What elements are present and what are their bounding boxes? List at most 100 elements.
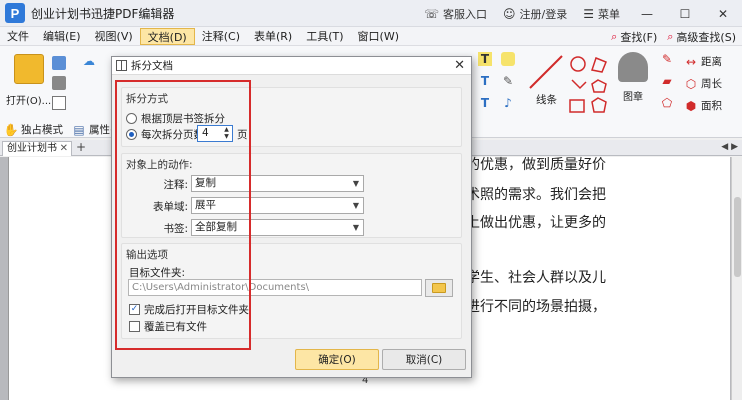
underline-text-button[interactable]: T	[478, 96, 495, 110]
attach-button[interactable]: ✎	[501, 74, 518, 88]
hamburger-icon: ☰	[583, 6, 594, 21]
dialog-title: 拆分文档	[131, 60, 173, 72]
properties-button[interactable]: ▤ 属性(	[72, 122, 114, 137]
cancel-button[interactable]: 取消(C)	[382, 349, 466, 370]
find-button[interactable]: ⌕ 查找(F)	[611, 29, 657, 45]
document-text-line: 上做出优惠，让更多的	[466, 215, 606, 231]
print-button[interactable]	[52, 76, 69, 90]
overwrite-files-checkbox[interactable]: 覆盖已有文件	[129, 319, 207, 334]
cloud-icon: ☁	[83, 54, 95, 68]
folder-icon	[432, 283, 446, 293]
note-button[interactable]	[501, 52, 518, 66]
menu-window[interactable]: 窗口(W)	[351, 28, 406, 45]
sound-button[interactable]: ♪	[501, 96, 518, 110]
menu-tools[interactable]: 工具(T)	[299, 28, 350, 45]
annotations-label: 注释:	[163, 179, 188, 191]
shapes-icon[interactable]	[566, 52, 616, 122]
annotations-select[interactable]: 复制 ▼	[191, 175, 364, 192]
close-window-button[interactable]: ✕	[704, 0, 742, 27]
area-shape-button[interactable]: ⬠	[660, 96, 677, 110]
tab-scroll-right-icon[interactable]: ◀ ▶	[721, 142, 738, 152]
add-tab-button[interactable]: +	[76, 140, 86, 154]
document-text-line: 术照的需求。我们会把	[466, 187, 606, 203]
split-by-bookmark-radio[interactable]: 根据顶层书签拆分	[126, 111, 225, 126]
distance-button[interactable]: ↔ 距离	[684, 54, 722, 69]
strike-text-button[interactable]: T	[478, 74, 495, 88]
stamp-button[interactable]: 图章	[618, 52, 648, 103]
dialog-close-icon[interactable]: ✕	[454, 58, 465, 73]
area-icon: ⬢	[685, 98, 697, 113]
advanced-find-button[interactable]: ⌕ 高级查找(S)	[667, 29, 736, 45]
pencil-icon: ✎	[661, 52, 673, 66]
checkbox-checked-icon: ✓	[129, 304, 140, 315]
underline-icon: T	[480, 96, 490, 110]
solo-mode-button[interactable]: ✋ 独占模式	[4, 122, 63, 137]
perimeter-button[interactable]: ⬡ 周长	[684, 76, 722, 91]
line-tool-label: 线条	[536, 94, 557, 106]
radio-dot-selected	[126, 129, 137, 140]
checkbox-unchecked-icon	[129, 321, 140, 332]
properties-icon: ▤	[73, 122, 85, 137]
service-button[interactable]: ☏ 客服入口	[416, 0, 495, 27]
stepper-arrows-icon[interactable]: ▲ ▼	[222, 126, 231, 141]
cursor-icon: ✋	[3, 122, 19, 137]
split-doc-icon	[116, 60, 127, 71]
menu-view[interactable]: 视图(V)	[88, 28, 140, 45]
scroll-thumb[interactable]	[734, 197, 741, 277]
new-button[interactable]	[52, 96, 69, 110]
dialog-title-bar: 拆分文档 ✕	[112, 57, 471, 75]
radio-dot	[126, 113, 137, 124]
browse-folder-button[interactable]	[425, 279, 453, 297]
strikethrough-icon: T	[480, 74, 490, 88]
ok-button[interactable]: 确定(O)	[295, 349, 379, 370]
maximize-button[interactable]: ☐	[666, 0, 704, 27]
target-folder-label: 目标文件夹:	[129, 267, 186, 279]
menu-bar: 文件 编辑(E) 视图(V) 文档(D) 注释(C) 表单(R) 工具(T) 窗…	[0, 27, 742, 46]
minimize-button[interactable]: —	[628, 0, 666, 27]
user-icon: ☺	[503, 6, 516, 21]
menu-document[interactable]: 文档(D)	[139, 27, 195, 45]
output-options-title: 输出选项	[126, 249, 168, 261]
pages-per-split-stepper[interactable]: 4 ▲ ▼	[197, 125, 233, 142]
menu-button[interactable]: ☰ 菜单	[575, 0, 628, 27]
eraser-button[interactable]: ▰	[660, 74, 677, 88]
advanced-find-icon: ⌕	[667, 29, 674, 43]
target-folder-input[interactable]: C:\Users\Administrator\Documents\	[128, 279, 422, 296]
app-logo-icon: P	[5, 3, 25, 23]
document-text-line: 的优惠，做到质量好价	[466, 157, 606, 173]
split-by-pages-radio[interactable]: 每次拆分页数	[126, 127, 204, 142]
actions-title: 对象上的动作:	[126, 159, 193, 171]
forms-select[interactable]: 展平 ▼	[191, 197, 364, 214]
pages-unit: 页	[237, 129, 248, 141]
cloud-button[interactable]: ☁	[82, 54, 99, 68]
folder-icon	[13, 54, 44, 84]
bookmarks-select[interactable]: 全部复制 ▼	[191, 219, 364, 236]
close-tab-icon[interactable]: ✕	[60, 142, 68, 155]
stamp-icon	[618, 52, 648, 82]
title-bar: P 创业计划书迅捷PDF编辑器 ☏ 客服入口 ☺ 注册/登录 ☰ 菜单 — ☐ ✕	[0, 0, 742, 27]
text-tool-button[interactable]: T	[478, 52, 495, 66]
vertical-scrollbar[interactable]	[731, 157, 742, 400]
open-folder-after-checkbox[interactable]: ✓ 完成后打开目标文件夹	[129, 302, 249, 317]
open-button[interactable]: 打开(O)...	[6, 54, 51, 107]
menu-file[interactable]: 文件	[0, 28, 36, 45]
eraser-icon: ▰	[662, 74, 672, 88]
save-icon	[52, 56, 66, 70]
line-icon[interactable]	[526, 52, 566, 92]
menu-form[interactable]: 表单(R)	[247, 28, 299, 45]
text-icon: T	[478, 52, 492, 66]
pencil-button[interactable]: ✎	[660, 52, 677, 66]
speaker-icon: ♪	[504, 96, 512, 110]
window-title: 创业计划书迅捷PDF编辑器	[31, 6, 175, 21]
note-icon	[501, 52, 515, 66]
save-button[interactable]	[52, 56, 69, 70]
split-method-title: 拆分方式	[126, 93, 168, 105]
menu-comment[interactable]: 注释(C)	[195, 28, 247, 45]
menu-edit[interactable]: 编辑(E)	[36, 28, 88, 45]
document-text-line: 进行不同的场景拍摄，	[466, 299, 606, 315]
chevron-down-icon: ▼	[352, 179, 359, 188]
login-button[interactable]: ☺ 注册/登录	[495, 0, 575, 27]
area-button[interactable]: ⬢ 面积	[684, 98, 722, 113]
chevron-down-icon: ▼	[352, 201, 359, 210]
document-tab[interactable]: 创业计划书 ✕	[2, 141, 72, 156]
